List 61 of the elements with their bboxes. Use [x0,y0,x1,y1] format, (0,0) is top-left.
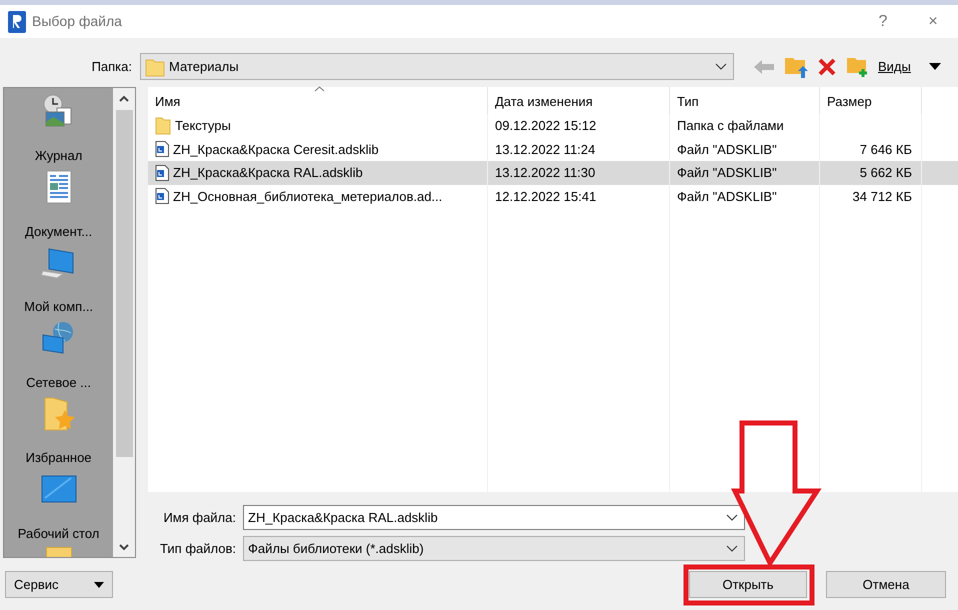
chevron-down-icon[interactable] [726,514,738,522]
file-icon [155,188,169,204]
file-row[interactable]: Текстуры 09.12.2022 15:12 Папка с файлами [148,114,958,138]
sidebar-item[interactable]: Сетевое ... [26,320,92,396]
date-cell-text: 12.12.2022 15:41 [495,188,596,206]
close-button[interactable]: × [908,5,958,38]
date-cell-text: 13.12.2022 11:24 [495,140,596,158]
app-logo-icon [8,10,26,32]
folder-icon [155,116,171,135]
file-type-dropdown[interactable]: Файлы библиотеки (*.adsklib) [243,536,745,561]
size-cell-text: 34 712 КБ [852,188,912,206]
sidebar-item[interactable]: Избранное [26,396,92,472]
chevron-down-icon[interactable] [715,62,727,70]
service-button[interactable]: Сервис [5,571,113,598]
scroll-up-icon[interactable] [119,94,130,102]
file-type-label: Тип файлов: [159,540,236,558]
column-header[interactable]: Тип [670,87,820,114]
delete-icon[interactable] [818,58,836,76]
size-cell-text: 7 646 КБ [860,140,912,158]
file-icon [155,164,169,181]
cancel-button[interactable]: Отмена [826,571,946,598]
folder-up-icon[interactable] [784,56,808,78]
file-row[interactable]: ZH_Основная_библиотека_метериалов.ad... 12.12.2022 15:41 Файл "ADSKLIB" 34 712 КБ [148,184,958,208]
new-folder-icon[interactable] [846,56,868,76]
size-cell-text: 5 662 КБ [860,164,912,182]
sidebar-item[interactable]: Мой комп... [24,245,94,320]
sidebar-item[interactable]: Рабочий стол [18,472,100,547]
date-cell-text: 13.12.2022 11:30 [495,164,596,182]
type-cell-text: Файл "ADSKLIB" [677,188,777,206]
scroll-down-icon[interactable] [119,544,130,550]
file-name-cell-text: ZH_Основная_библиотека_метериалов.ad... [173,188,442,206]
sidebar-item[interactable]: Журнал [34,94,82,170]
type-cell-text: Файл "ADSKLIB" [677,140,777,158]
sort-icon [314,86,325,92]
file-row[interactable]: ZH_Краска&Краска RAL.adsklib 13.12.2022 11:30 Файл "ADSKLIB" 5 662 КБ [148,161,958,184]
folder-label: Папка: [90,58,133,76]
file-name-cell-text: Текстуры [175,117,231,135]
chevron-down-icon[interactable] [726,544,738,552]
file-icon [155,141,169,158]
caret-icon[interactable] [928,62,941,70]
column-header[interactable]: Дата изменения [488,87,670,114]
scrollbar-thumb[interactable] [116,110,133,457]
folder-icon [46,547,72,557]
help-button[interactable]: ? [858,5,908,38]
open-button[interactable]: Открыть [689,571,807,598]
views-button[interactable]: Виды [874,56,915,76]
file-name-label: Имя файла: [162,508,236,527]
caret-icon [94,582,104,588]
file-name-cell-text: ZH_Краска&Краска RAL.adsklib [173,164,363,182]
folder-dropdown[interactable]: Материалы [140,53,734,80]
file-name-cell-text: ZH_Краска&Краска Ceresit.adsklib [173,140,379,159]
type-cell-text: Файл "ADSKLIB" [677,164,777,182]
window-title: Выбор файла [32,12,122,31]
folder-icon [145,56,165,76]
type-cell-text: Папка с файлами [677,117,784,135]
file-name-field[interactable]: ZH_Краска&Краска RAL.adsklib [243,505,745,530]
date-cell-text: 09.12.2022 15:12 [495,117,596,135]
column-header[interactable]: Размер [820,87,922,114]
file-row[interactable]: ZH_Краска&Краска Ceresit.adsklib 13.12.2022 11:24 Файл "ADSKLIB" 7 646 КБ [148,138,958,161]
column-header[interactable]: Имя [148,87,488,114]
sidebar-item[interactable]: Документ... [25,170,92,245]
